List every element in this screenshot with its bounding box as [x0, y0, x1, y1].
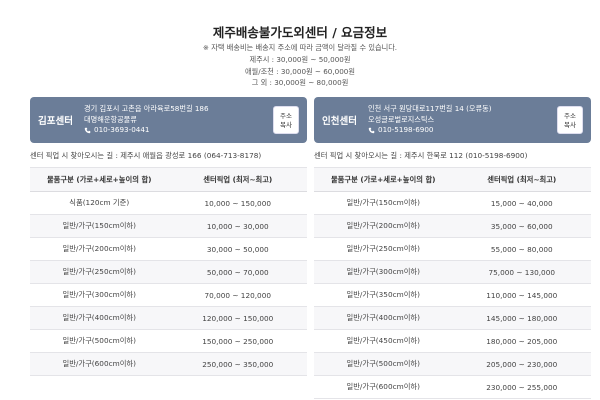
item-category-cell: 일반/가구(500cm이하) — [30, 329, 169, 353]
table-row: 일반/가구(150cm이하) 15,000 ~ 40,000 — [314, 191, 591, 215]
pickup-price-cell: 70,000 ~ 120,000 — [168, 283, 307, 307]
pickup-price-cell: 150,000 ~ 250,000 — [168, 329, 307, 353]
fee-line: 제주시 : 30,000원 ~ 50,000원 — [249, 55, 351, 64]
page-title: 제주배송불가도외센터 / 요금정보 — [212, 25, 388, 40]
pickup-price-cell: 75,000 ~ 130,000 — [452, 260, 591, 284]
item-category-cell: 일반/가구(450cm이하) — [314, 329, 453, 353]
copy-address-button[interactable]: 주소 복사 — [273, 106, 299, 134]
item-category-cell: 식품(120cm 기준) — [30, 191, 169, 215]
center-name: 인천센터 — [322, 116, 357, 127]
pickup-price-cell: 55,000 ~ 80,000 — [452, 237, 591, 261]
center-company: 대명해운항공물류 — [84, 114, 137, 124]
center-phone: 010-5198-6900 — [378, 125, 434, 134]
copy-address-button[interactable]: 주소 복사 — [557, 106, 583, 134]
center-address: 인천 서구 원당대로117번길 14 (오류동) — [368, 104, 492, 113]
pickup-price-cell: 205,000 ~ 230,000 — [452, 352, 591, 376]
gimpo-rate-table: 물품구분 (가로+세로+높이의 합) 센터픽업 (최저~최고) 식품(120cm… — [30, 167, 307, 376]
column-header: 센터픽업 (최저~최고) — [452, 167, 591, 192]
pickup-price-cell: 50,000 ~ 70,000 — [168, 260, 307, 284]
table-row: 일반/가구(300cm이하) 75,000 ~ 130,000 — [314, 260, 591, 284]
pickup-price-cell: 110,000 ~ 145,000 — [452, 283, 591, 307]
pickup-price-cell: 145,000 ~ 180,000 — [452, 306, 591, 330]
center-phone-row: 010-5198-6900 — [368, 125, 492, 136]
pickup-price-cell: 180,000 ~ 205,000 — [452, 329, 591, 353]
center-info: 경기 김포시 고촌읍 아라육로58번길 186 대명해운항공물류 010-369… — [84, 104, 209, 136]
item-category-cell: 일반/가구(250cm이하) — [30, 260, 169, 284]
pickup-directions: 센터 픽업 시 찾아오시는 길 : 제주시 애월읍 광성로 166 (064-7… — [30, 151, 262, 160]
copy-label: 주소 — [280, 112, 292, 120]
table-row: 일반/가구(200cm이하) 35,000 ~ 60,000 — [314, 214, 591, 238]
item-category-cell: 일반/가구(250cm이하) — [314, 237, 453, 261]
item-category-cell: 일반/가구(200cm이하) — [314, 214, 453, 238]
table-row: 일반/가구(150cm이하) 10,000 ~ 30,000 — [30, 214, 307, 238]
item-category-cell: 일반/가구(200cm이하) — [30, 237, 169, 261]
item-category-cell: 일반/가구(300cm이하) — [30, 283, 169, 307]
column-header: 물품구분 (가로+세로+높이의 합) — [314, 167, 453, 192]
table-row: 일반/가구(450cm이하) 180,000 ~ 205,000 — [314, 329, 591, 353]
delivery-notice: ※ 자택 배송비는 배송지 주소에 따라 금액이 달라질 수 있습니다. — [202, 43, 398, 52]
table-row: 일반/가구(600cm이하) 230,000 ~ 255,000 — [314, 375, 591, 399]
phone-icon — [84, 127, 91, 134]
table-row: 일반/가구(400cm이하) 120,000 ~ 150,000 — [30, 306, 307, 330]
incheon-center-card: 인천센터 인천 서구 원당대로117번길 14 (오류동) 오성글로벌로지스틱스… — [314, 97, 591, 143]
pickup-price-cell: 15,000 ~ 40,000 — [452, 191, 591, 215]
copy-label: 복사 — [280, 121, 292, 129]
center-phone-row: 010-3693-0441 — [84, 125, 209, 136]
gimpo-center-card: 김포센터 경기 김포시 고촌읍 아라육로58번길 186 대명해운항공물류 01… — [30, 97, 307, 143]
pickup-price-cell: 35,000 ~ 60,000 — [452, 214, 591, 238]
incheon-rate-table: 물품구분 (가로+세로+높이의 합) 센터픽업 (최저~최고) 일반/가구(15… — [314, 167, 591, 399]
table-row: 일반/가구(400cm이하) 145,000 ~ 180,000 — [314, 306, 591, 330]
column-header: 물품구분 (가로+세로+높이의 합) — [30, 167, 169, 192]
table-row: 일반/가구(600cm이하) 250,000 ~ 350,000 — [30, 352, 307, 376]
pickup-price-cell: 230,000 ~ 255,000 — [452, 375, 591, 399]
center-info: 인천 서구 원당대로117번길 14 (오류동) 오성글로벌로지스틱스 010-… — [368, 104, 492, 136]
column-header: 센터픽업 (최저~최고) — [168, 167, 307, 192]
table-header-row: 물품구분 (가로+세로+높이의 합) 센터픽업 (최저~최고) — [314, 167, 591, 192]
item-category-cell: 일반/가구(600cm이하) — [30, 352, 169, 376]
item-category-cell: 일반/가구(300cm이하) — [314, 260, 453, 284]
item-category-cell: 일반/가구(400cm이하) — [314, 306, 453, 330]
table-row: 일반/가구(200cm이하) 30,000 ~ 50,000 — [30, 237, 307, 261]
pickup-price-cell: 10,000 ~ 150,000 — [168, 191, 307, 215]
table-header-row: 물품구분 (가로+세로+높이의 합) 센터픽업 (최저~최고) — [30, 167, 307, 192]
table-row: 일반/가구(250cm이하) 55,000 ~ 80,000 — [314, 237, 591, 261]
center-address: 경기 김포시 고촌읍 아라육로58번길 186 — [84, 104, 209, 113]
item-category-cell: 일반/가구(400cm이하) — [30, 306, 169, 330]
center-phone: 010-3693-0441 — [94, 125, 150, 134]
pickup-price-cell: 120,000 ~ 150,000 — [168, 306, 307, 330]
table-row: 식품(120cm 기준) 10,000 ~ 150,000 — [30, 191, 307, 215]
item-category-cell: 일반/가구(150cm이하) — [30, 214, 169, 238]
pickup-price-cell: 30,000 ~ 50,000 — [168, 237, 307, 261]
table-row: 일반/가구(300cm이하) 70,000 ~ 120,000 — [30, 283, 307, 307]
pickup-price-cell: 10,000 ~ 30,000 — [168, 214, 307, 238]
center-name: 김포센터 — [38, 116, 73, 127]
item-category-cell: 일반/가구(150cm이하) — [314, 191, 453, 215]
table-row: 일반/가구(350cm이하) 110,000 ~ 145,000 — [314, 283, 591, 307]
item-category-cell: 일반/가구(600cm이하) — [314, 375, 453, 399]
item-category-cell: 일반/가구(350cm이하) — [314, 283, 453, 307]
copy-label: 복사 — [564, 121, 576, 129]
pickup-price-cell: 250,000 ~ 350,000 — [168, 352, 307, 376]
phone-icon — [368, 127, 375, 134]
center-company: 오성글로벌로지스틱스 — [368, 114, 435, 124]
item-category-cell: 일반/가구(500cm이하) — [314, 352, 453, 376]
copy-label: 주소 — [564, 112, 576, 120]
fee-line: 애월/조천 : 30,000원 ~ 60,000원 — [245, 67, 355, 76]
table-row: 일반/가구(250cm이하) 50,000 ~ 70,000 — [30, 260, 307, 284]
table-row: 일반/가구(500cm이하) 150,000 ~ 250,000 — [30, 329, 307, 353]
table-row: 일반/가구(500cm이하) 205,000 ~ 230,000 — [314, 352, 591, 376]
fee-line: 그 외 : 30,000원 ~ 80,000원 — [251, 78, 349, 87]
pickup-directions: 센터 픽업 시 찾아오시는 길 : 제주시 한북로 112 (010-5198-… — [314, 151, 528, 160]
